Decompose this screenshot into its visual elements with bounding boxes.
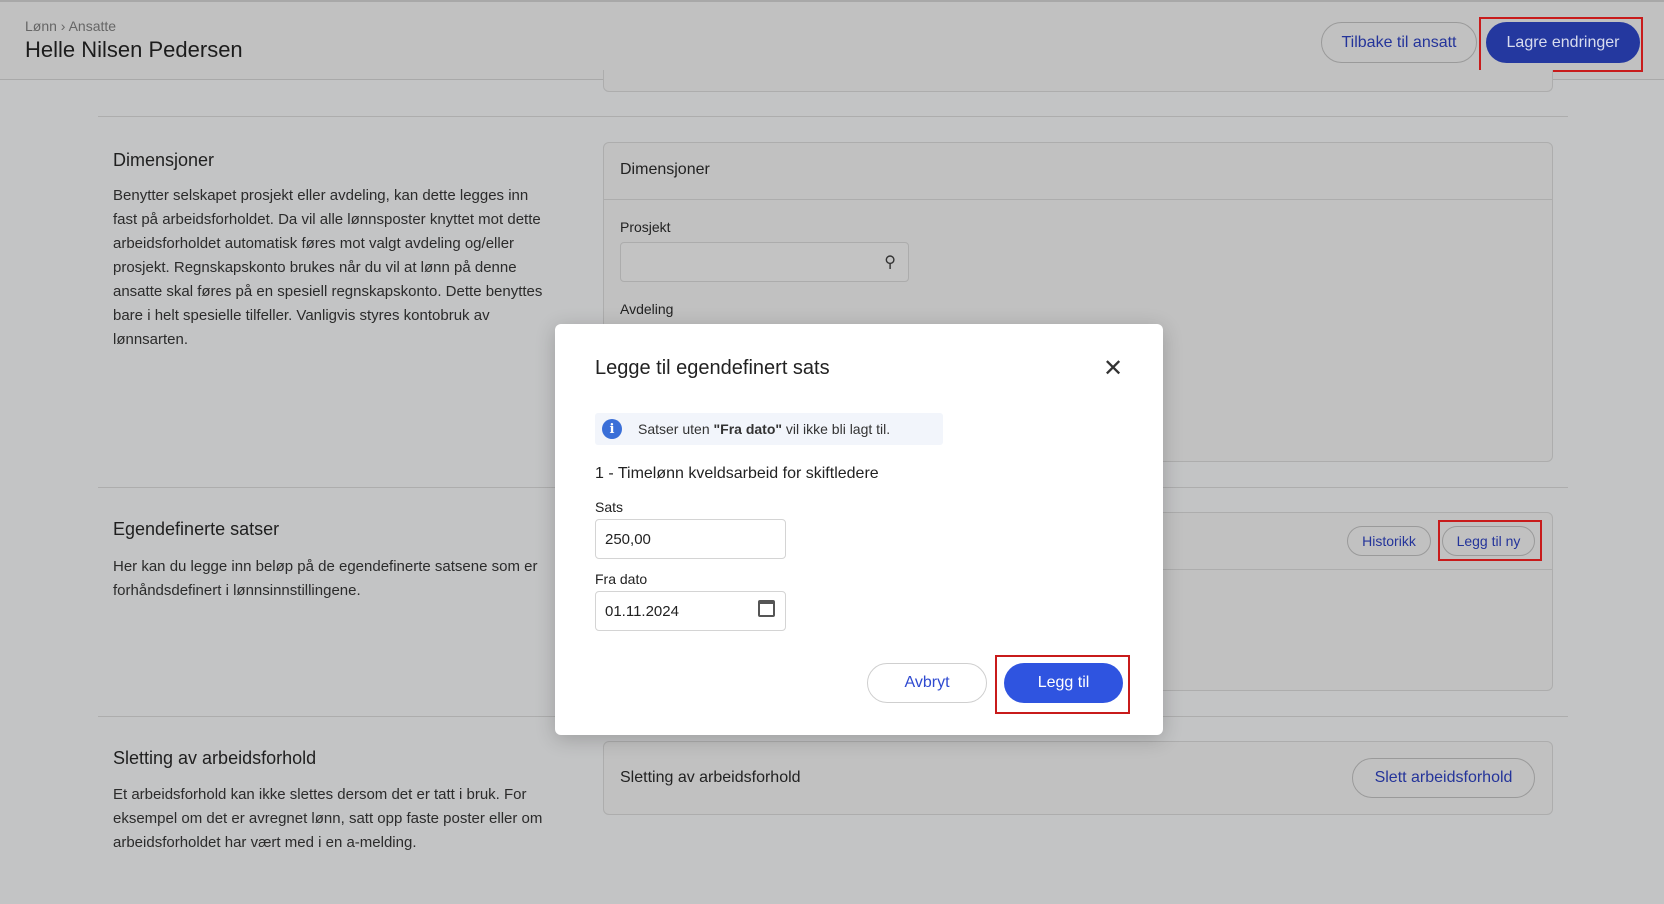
page-header: Lønn › Ansatte Helle Nilsen Pedersen Til…	[0, 0, 1664, 80]
delete-employment-button[interactable]: Slett arbeidsforhold	[1352, 758, 1535, 798]
info-prefix: Satser uten	[638, 421, 714, 437]
add-custom-rate-dialog: Legge til egendefinert sats ✕ i Satser u…	[555, 324, 1163, 735]
rate-name: 1 - Timelønn kveldsarbeid for skiftleder…	[595, 465, 879, 482]
breadcrumb[interactable]: Lønn › Ansatte	[25, 18, 116, 34]
highlight-box	[1479, 17, 1643, 72]
close-icon[interactable]: ✕	[1103, 354, 1123, 383]
history-button[interactable]: Historikk	[1347, 526, 1431, 556]
project-input[interactable]: ⚲	[620, 242, 909, 282]
back-to-employee-button[interactable]: Tilbake til ansatt	[1321, 22, 1477, 63]
project-label: Prosjekt	[620, 219, 671, 235]
info-suffix: vil ikke bli lagt til.	[782, 421, 891, 437]
deletion-description: Et arbeidsforhold kan ikke slettes derso…	[113, 786, 543, 851]
info-icon: i	[602, 419, 622, 439]
date-value: 01.11.2024	[605, 602, 679, 620]
dialog-title: Legge til egendefinert sats	[595, 357, 830, 379]
custom-rates-heading: Egendefinerte satser	[113, 519, 280, 539]
dimensions-description: Benytter selskapet prosjekt eller avdeli…	[113, 187, 543, 348]
date-input[interactable]: 01.11.2024	[595, 591, 786, 631]
deletion-card: Sletting av arbeidsforhold Slett arbeids…	[603, 741, 1553, 815]
info-text: Satser uten "Fra dato" vil ikke bli lagt…	[638, 421, 890, 437]
info-banner: i Satser uten "Fra dato" vil ikke bli la…	[595, 413, 943, 445]
deletion-heading: Sletting av arbeidsforhold	[113, 748, 317, 768]
deletion-card-title: Sletting av arbeidsforhold	[620, 769, 801, 786]
department-label: Avdeling	[620, 301, 674, 317]
dimensions-card-title: Dimensjoner	[604, 143, 1552, 200]
highlight-box	[1438, 520, 1542, 561]
divider	[98, 116, 1568, 117]
previous-card	[603, 70, 1553, 92]
rate-input[interactable]: 250,00	[595, 519, 786, 559]
cancel-button[interactable]: Avbryt	[867, 663, 987, 703]
info-bold: "Fra dato"	[713, 421, 783, 437]
highlight-box	[995, 655, 1130, 714]
rate-label: Sats	[595, 499, 624, 515]
dimensions-heading: Dimensjoner	[113, 150, 215, 170]
calendar-icon[interactable]	[758, 600, 775, 617]
date-label: Fra dato	[595, 571, 648, 587]
search-icon[interactable]: ⚲	[884, 252, 896, 272]
custom-rates-description: Her kan du legge inn beløp på de egendef…	[113, 558, 538, 599]
page-title: Helle Nilsen Pedersen	[25, 37, 243, 62]
